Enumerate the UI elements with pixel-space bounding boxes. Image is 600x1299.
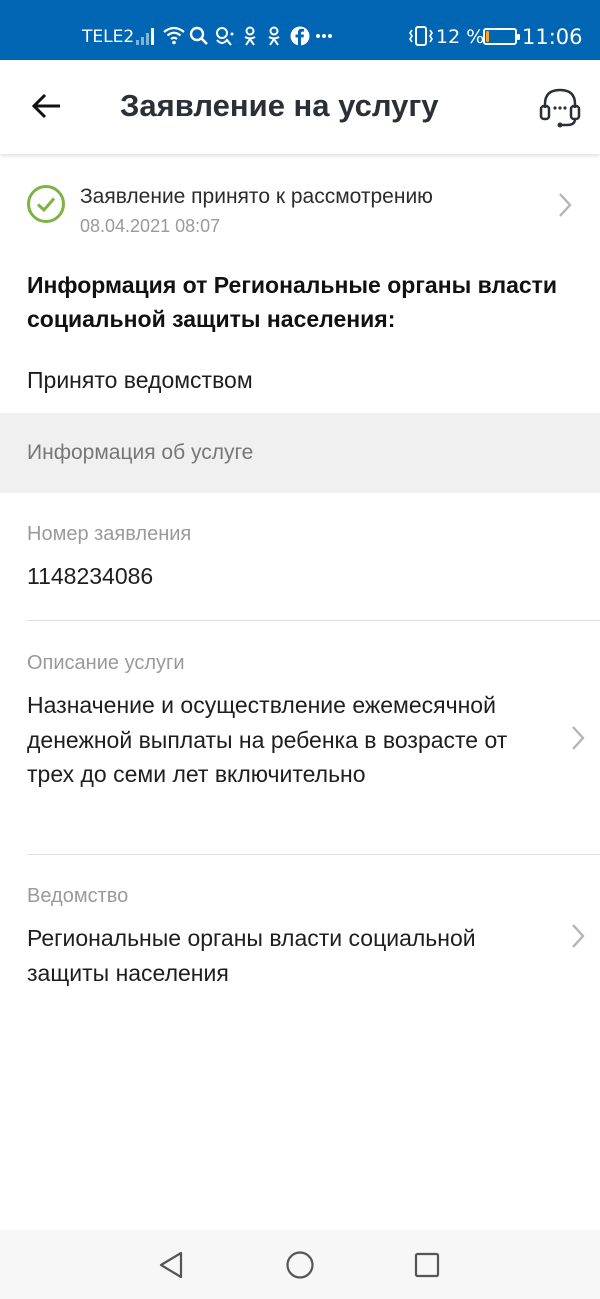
status-bar: TELE2 12 % 11:06 [0, 0, 600, 60]
nav-back-icon[interactable] [155, 1248, 189, 1282]
headset-icon[interactable] [537, 84, 583, 130]
field-label: Описание услуги [27, 652, 185, 674]
field-value: 1148234086 [27, 563, 154, 589]
field-label: Номер заявления [27, 523, 192, 545]
odnoklassniki-icon [268, 26, 280, 46]
wifi-icon [163, 26, 185, 45]
nav-recents-icon[interactable] [410, 1248, 444, 1282]
chevron-right-icon [572, 924, 585, 948]
page-title: Заявление на услугу [120, 88, 439, 123]
check-circle-icon [27, 185, 65, 223]
field-value: Назначение и осуществление ежемесячной д… [27, 692, 508, 787]
chevron-right-icon [559, 193, 572, 217]
divider [27, 620, 600, 621]
facebook-icon [290, 26, 310, 46]
chevron-right-icon [572, 726, 585, 750]
status-text: Заявление принято к рассмотрению [80, 185, 433, 208]
info-heading: Информация от Региональные органы власти… [27, 272, 558, 332]
field-value: Региональные органы власти социальной за… [27, 925, 476, 986]
vibrate-icon [409, 26, 433, 46]
more-icon [316, 34, 332, 38]
clock: 11:06 [522, 25, 583, 49]
accepted-text: Принято ведомством [27, 367, 253, 393]
app-bar: Заявление на услугу [0, 60, 600, 154]
system-nav-bar [0, 1230, 600, 1299]
field-label: Ведомство [27, 885, 129, 907]
application-status-row[interactable]: Заявление принято к рассмотрению 08.04.2… [0, 170, 600, 248]
search-icon [189, 26, 208, 45]
odnoklassniki-icon [244, 26, 256, 46]
battery-percent: 12 % [436, 26, 485, 48]
arrow-left-icon[interactable] [28, 88, 64, 124]
battery-icon [483, 28, 520, 45]
section-title: Информация об услуге [27, 441, 254, 464]
signal-icon [136, 28, 154, 45]
section-header: Информация об услуге [0, 413, 600, 493]
carrier-label: TELE2 [82, 27, 135, 47]
app-icon [216, 27, 234, 46]
status-date: 08.04.2021 08:07 [80, 216, 221, 236]
nav-home-icon[interactable] [283, 1248, 317, 1282]
divider [27, 854, 600, 855]
